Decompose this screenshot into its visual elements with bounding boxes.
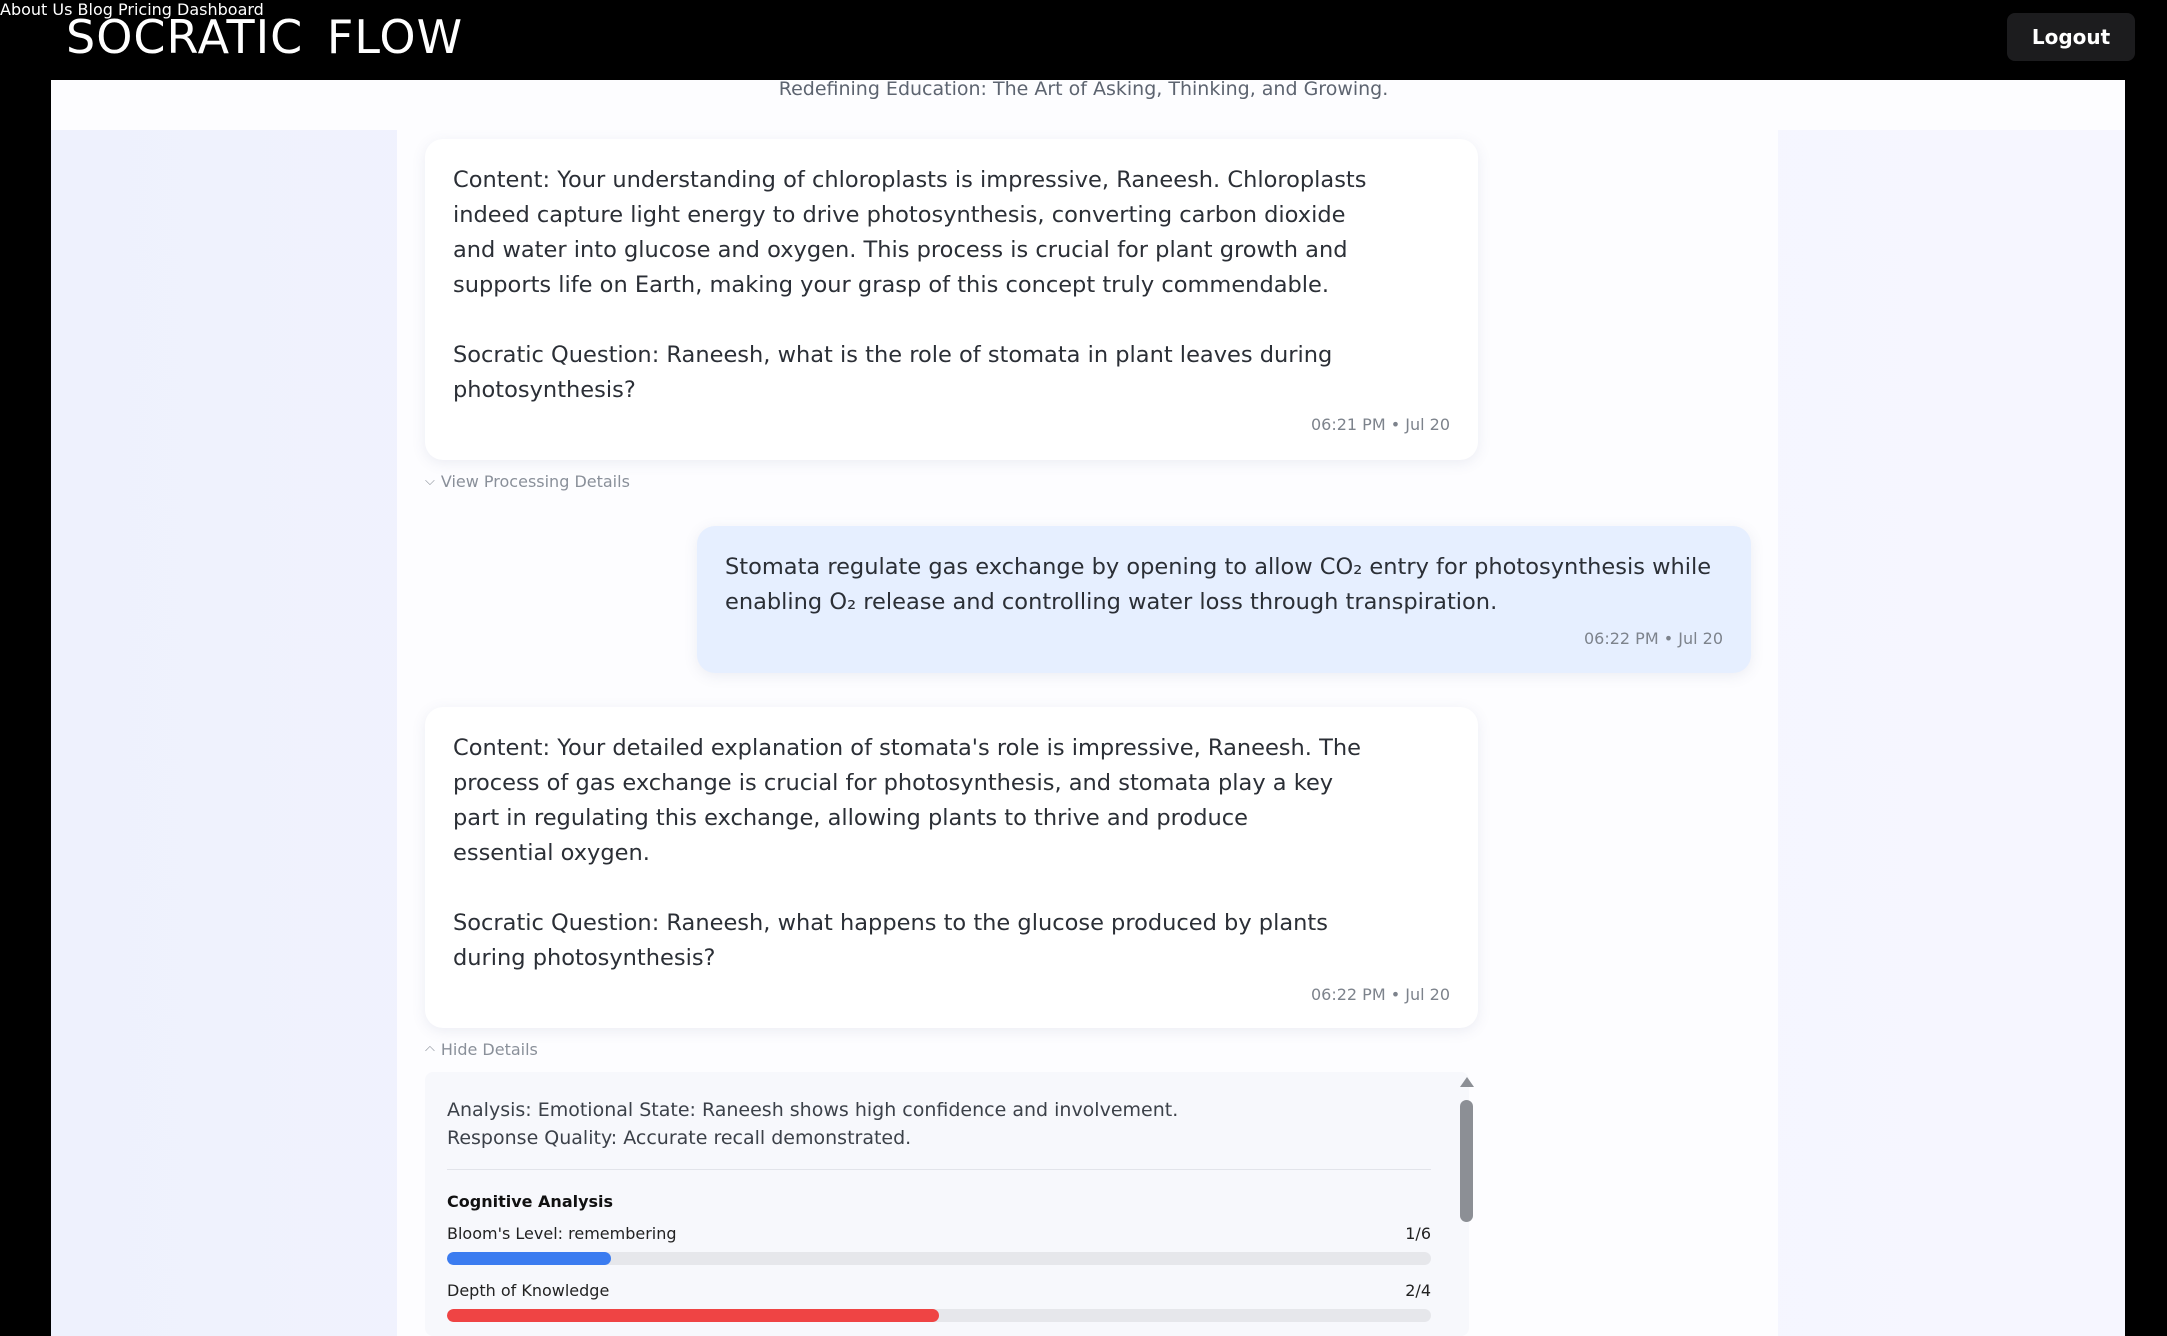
depth-of-knowledge-progress <box>447 1309 1431 1322</box>
logout-button[interactable]: Logout <box>2007 13 2135 61</box>
blooms-level-label: Bloom's Level: remembering <box>447 1224 677 1243</box>
depth-of-knowledge-progress-fill <box>447 1309 939 1322</box>
blooms-level-progress <box>447 1252 1431 1265</box>
top-navbar: SOCRATIC FLOW About Us Blog Pricing Dash… <box>0 0 2167 80</box>
message-text: Content: Your detailed explanation of st… <box>453 735 1361 971</box>
analysis-text: Analysis: Emotional State: Raneesh shows… <box>447 1099 1179 1149</box>
chevron-down-icon: ⌵ <box>425 474 435 489</box>
ai-message: Content: Your understanding of chloropla… <box>425 139 1478 460</box>
user-message: Stomata regulate gas exchange by opening… <box>697 526 1751 673</box>
tagline: Redefining Education: The Art of Asking,… <box>778 78 1389 100</box>
depth-of-knowledge-score: 2/4 <box>1405 1281 1431 1300</box>
view-processing-details-toggle[interactable]: ⌵ View Processing Details <box>425 472 630 491</box>
nav-about-us[interactable]: About Us <box>0 0 72 19</box>
message-timestamp: 06:21 PM • Jul 20 <box>1310 415 1450 434</box>
scrollbar-thumb[interactable] <box>1460 1100 1473 1222</box>
message-text: Stomata regulate gas exchange by opening… <box>725 554 1712 615</box>
cognitive-analysis-heading: Cognitive Analysis <box>447 1192 614 1211</box>
blooms-level-progress-fill <box>447 1252 612 1265</box>
depth-of-knowledge-label: Depth of Knowledge <box>447 1281 610 1300</box>
processing-details-panel[interactable]: Analysis: Emotional State: Raneesh shows… <box>425 1072 1469 1336</box>
chevron-up-icon: ⌵ <box>425 1042 435 1057</box>
message-timestamp: 06:22 PM • Jul 20 <box>1583 629 1723 648</box>
brand-logo[interactable]: SOCRATIC FLOW <box>66 10 463 64</box>
message-timestamp: 06:22 PM • Jul 20 <box>1310 985 1450 1004</box>
hide-details-toggle[interactable]: ⌵ Hide Details <box>425 1040 538 1059</box>
ai-message: Content: Your detailed explanation of st… <box>425 707 1478 1028</box>
blooms-level-score: 1/6 <box>1405 1224 1431 1243</box>
toggle-label: View Processing Details <box>440 472 630 491</box>
message-text: Content: Your understanding of chloropla… <box>453 167 1367 403</box>
scroll-up-arrow-icon[interactable] <box>1460 1077 1474 1087</box>
divider <box>447 1169 1431 1170</box>
toggle-label: Hide Details <box>440 1040 538 1059</box>
